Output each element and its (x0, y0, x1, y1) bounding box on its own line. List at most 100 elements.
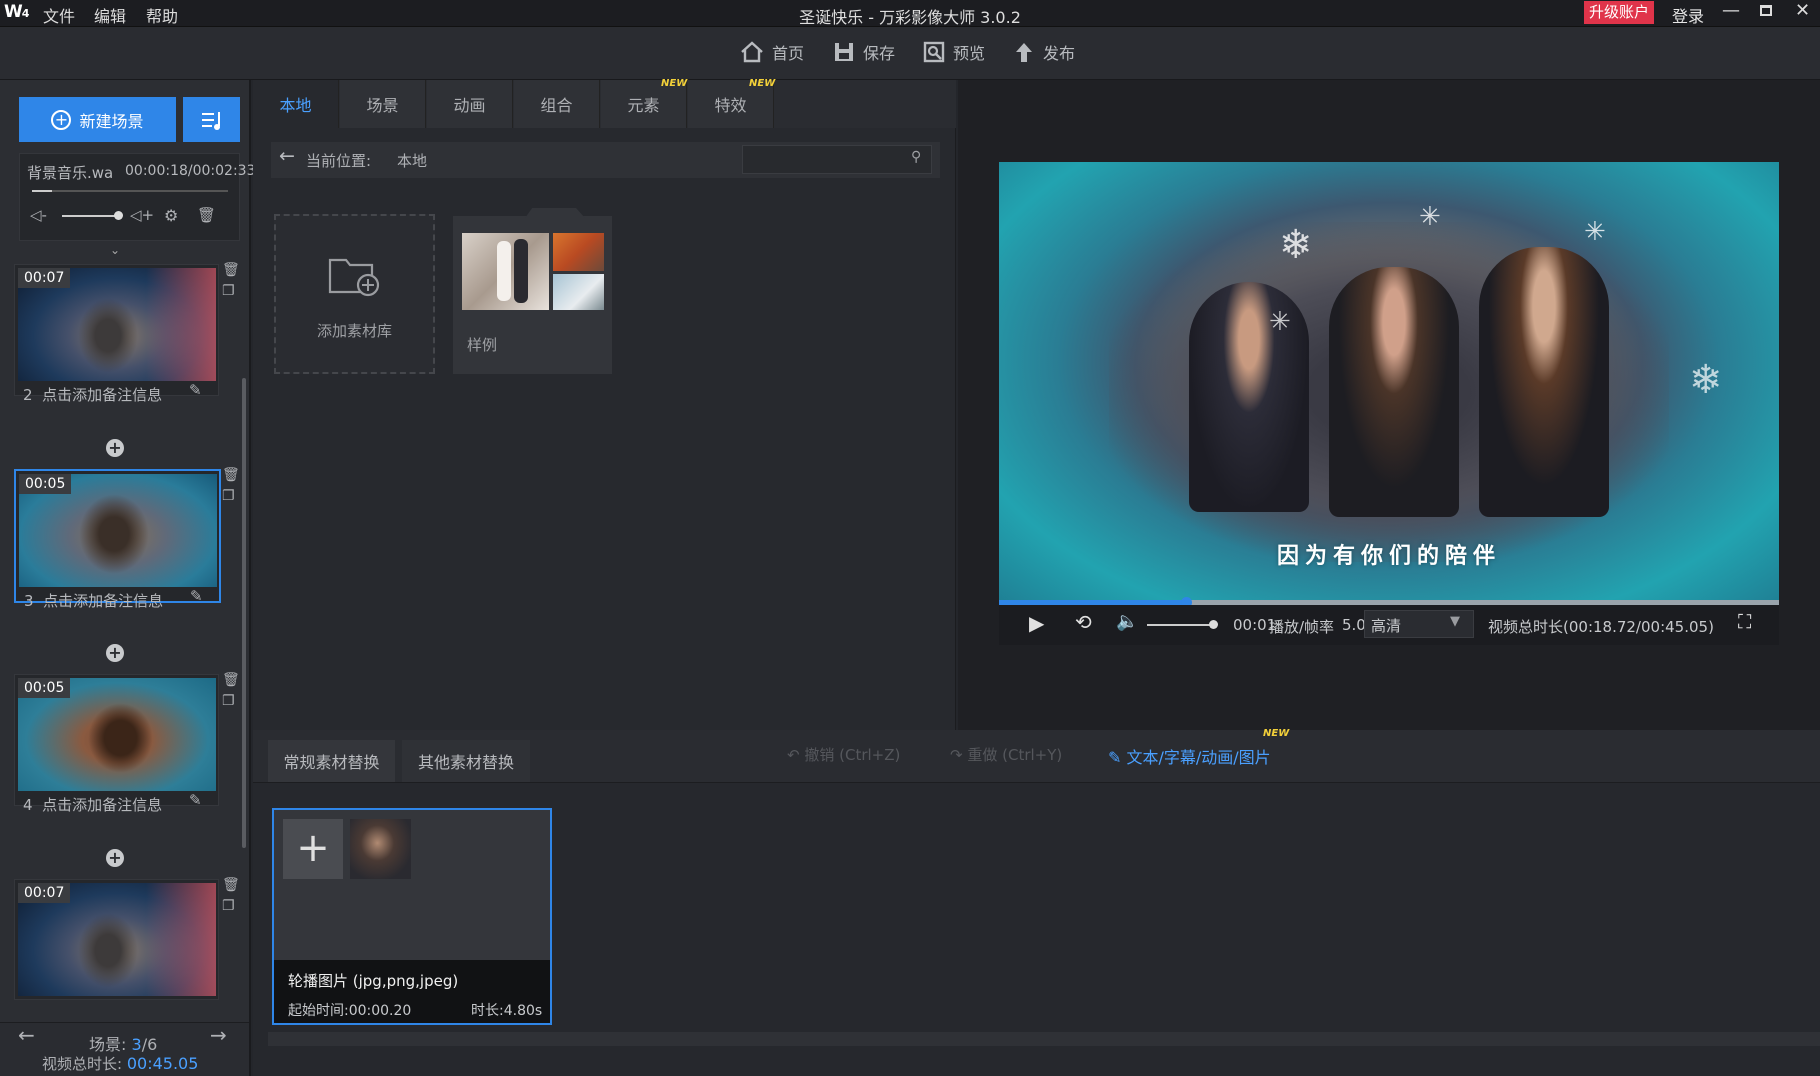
new-badge: NEW (749, 78, 776, 89)
music-progress[interactable] (32, 190, 228, 192)
back-arrow-icon[interactable]: ← (279, 145, 295, 167)
upgrade-button[interactable]: 升级账户 (1584, 1, 1655, 24)
menu-edit[interactable]: 编辑 (94, 3, 126, 27)
title-bar: W4 文件 编辑 帮助 圣诞快乐 - 万彩影像大师 3.0.2 升级账户 登录 … (0, 0, 1820, 27)
list-music-icon (201, 111, 220, 130)
add-scene-icon[interactable]: + (106, 644, 124, 662)
delete-scene-icon[interactable]: 🗑 (222, 262, 240, 278)
quality-value: 高清 (1371, 617, 1402, 635)
scene-counter: 场景: 3/6 (89, 1035, 158, 1054)
search-input[interactable]: ⚲ (742, 145, 932, 174)
location-value: 本地 (397, 152, 428, 170)
save-button[interactable]: 保存 (833, 40, 895, 64)
sample-folder[interactable]: 样例 (453, 208, 612, 374)
text-subtitle-link[interactable]: ✎ 文本/字幕/动画/图片 (1108, 744, 1271, 768)
scene-card[interactable]: 00:07 2 点击添加备注信息 ✎ (14, 264, 219, 404)
volume-up-icon[interactable]: ◁+ (130, 206, 154, 224)
scene-note[interactable]: 2 点击添加备注信息 (23, 384, 162, 405)
settings-icon[interactable]: ⚙ (164, 206, 178, 225)
window-title: 圣诞快乐 - 万彩影像大师 3.0.2 (799, 8, 1021, 27)
play-icon[interactable]: ▶ (1029, 611, 1044, 635)
chevron-down-icon: ▼ (1450, 614, 1460, 629)
photo-women-toast (1109, 222, 1669, 562)
volume-slider[interactable] (62, 211, 123, 220)
horizontal-scrollbar[interactable] (268, 1032, 1820, 1046)
scene-panel: + 新建场景 背景音乐.wa 00:00:18/00:02:33 ◁- ◁+ ⚙… (0, 80, 255, 1076)
replay-icon[interactable]: ⟲ (1075, 610, 1092, 634)
carousel-image-card[interactable]: + 轮播图片 (jpg,png,jpeg) 起始时间:00:00.20 时长:4… (272, 808, 552, 1025)
scene-card-selected[interactable]: 00:05 3 点击添加备注信息 ✎ (14, 469, 221, 610)
add-image-button[interactable]: + (283, 819, 343, 879)
sample-photo-autumn (553, 233, 604, 271)
scene-duration: 00:07 (18, 268, 71, 288)
add-scene-icon[interactable]: + (106, 439, 124, 457)
copy-scene-icon[interactable]: ❐ (222, 283, 235, 299)
snowflake-icon: ❄ (1689, 357, 1723, 403)
edit-note-icon[interactable]: ✎ (189, 791, 202, 809)
add-library-label: 添加素材库 (316, 322, 392, 340)
tab-scene[interactable]: 场景 (340, 80, 426, 128)
home-icon (741, 41, 763, 63)
new-scene-button[interactable]: + 新建场景 (19, 97, 176, 142)
scene-scrollbar[interactable] (242, 378, 246, 848)
minimize-icon[interactable]: — (1722, 0, 1740, 21)
background-music-box: 背景音乐.wa 00:00:18/00:02:33 ◁- ◁+ ⚙ 🗑 (19, 153, 255, 241)
close-icon[interactable]: ✕ (1795, 0, 1810, 21)
redo-button[interactable]: ↷ 重做 (Ctrl+Y) (950, 744, 1062, 765)
delete-scene-icon[interactable]: 🗑 (222, 467, 240, 483)
scene-note[interactable]: 4 点击添加备注信息 (23, 794, 162, 815)
total-duration: 视频总时长: 00:45.05 (42, 1054, 199, 1073)
copy-scene-icon[interactable]: ❐ (222, 693, 235, 709)
edit-note-icon[interactable]: ✎ (189, 381, 202, 399)
undo-button[interactable]: ↶ 撤销 (Ctrl+Z) (787, 744, 900, 765)
maximize-icon[interactable] (1760, 5, 1772, 16)
menu-help[interactable]: 帮助 (146, 3, 178, 27)
tab-other-replace[interactable]: 其他素材替换 (402, 740, 530, 782)
upload-icon (1016, 43, 1032, 62)
menu-file[interactable]: 文件 (43, 3, 75, 27)
copy-scene-icon[interactable]: ❐ (222, 898, 235, 914)
new-scene-label: 新建场景 (79, 111, 144, 131)
search-icon[interactable]: ⚲ (911, 149, 921, 165)
scroll-up-icon[interactable]: ⌄ (110, 243, 120, 257)
scene-footer: ← 场景: 3/6 → 视频总时长: 00:45.05 (0, 1022, 249, 1076)
tab-animation[interactable]: 动画 (427, 80, 513, 128)
volume-down-icon[interactable]: ◁- (30, 206, 47, 224)
fullscreen-icon[interactable]: ⛶ (1738, 611, 1751, 633)
tab-regular-replace[interactable]: 常规素材替换 (268, 740, 395, 782)
volume-slider[interactable] (1147, 620, 1218, 629)
add-library-button[interactable]: 添加素材库 (274, 214, 435, 374)
scene-duration: 00:05 (18, 678, 71, 698)
home-button[interactable]: 首页 (740, 40, 804, 64)
music-name: 背景音乐.wa (27, 164, 114, 182)
scene-card[interactable]: 00:05 4 点击添加备注信息 ✎ (14, 674, 219, 814)
snowflake-icon: ✳ (1269, 307, 1291, 337)
login-button[interactable]: 登录 (1672, 3, 1704, 27)
scene-duration: 00:07 (18, 883, 71, 903)
delete-scene-icon[interactable]: 🗑 (222, 672, 240, 688)
sample-label: 样例 (467, 336, 498, 354)
preview-canvas[interactable]: ❄ ✳ ✳ ❄ ✳ 因为有你们的陪伴 (999, 162, 1779, 605)
scene-list-button[interactable] (183, 97, 240, 142)
card-info: 轮播图片 (jpg,png,jpeg) 起始时间:00:00.20 时长:4.8… (274, 960, 550, 1023)
speed-label: 播放/帧率 (1269, 618, 1335, 636)
scene-note[interactable]: 3 点击添加备注信息 (24, 590, 163, 611)
tab-local[interactable]: 本地 (253, 80, 339, 128)
volume-icon[interactable]: 🔈 (1116, 611, 1138, 632)
image-thumbnail[interactable] (350, 819, 411, 879)
scene-card[interactable]: 00:07 (14, 879, 219, 1000)
save-label: 保存 (863, 44, 896, 63)
save-icon (835, 43, 853, 61)
copy-scene-icon[interactable]: ❐ (222, 488, 235, 504)
edit-note-icon[interactable]: ✎ (190, 587, 203, 605)
publish-button[interactable]: 发布 (1013, 40, 1075, 64)
tab-combo[interactable]: 组合 (514, 80, 600, 128)
home-label: 首页 (772, 44, 805, 63)
delete-scene-icon[interactable]: 🗑 (222, 877, 240, 893)
delete-music-icon[interactable]: 🗑 (197, 206, 216, 224)
next-scene-icon[interactable]: → (210, 1023, 227, 1047)
preview-button[interactable]: 预览 (923, 40, 985, 64)
add-scene-icon[interactable]: + (106, 849, 124, 867)
quality-select[interactable]: 高清 ▼ (1364, 610, 1474, 638)
prev-scene-icon[interactable]: ← (18, 1023, 35, 1047)
